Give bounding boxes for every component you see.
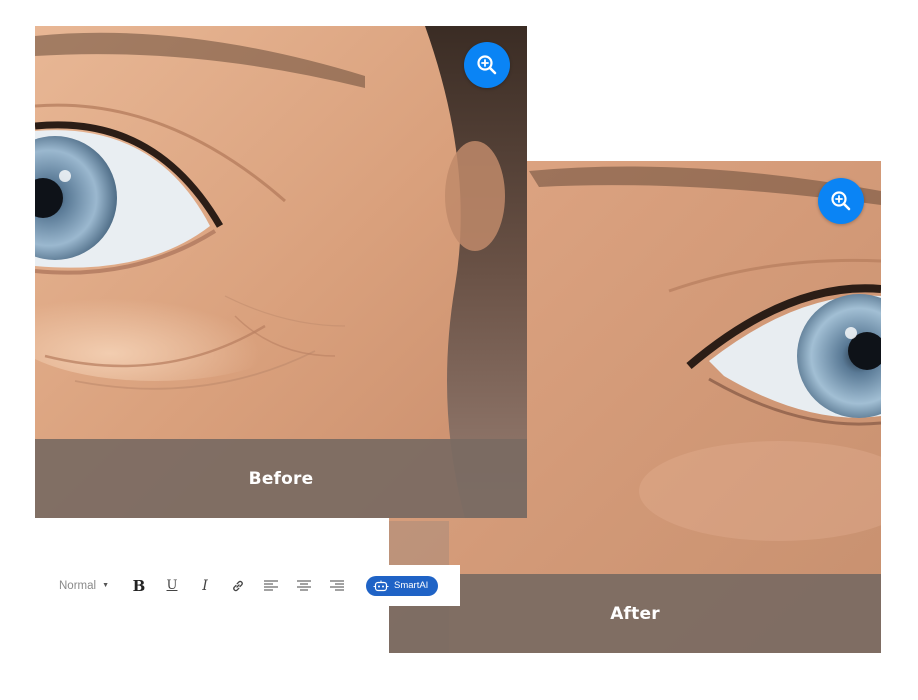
before-zoom-button[interactable] xyxy=(464,42,510,88)
smartai-label: SmartAI xyxy=(394,580,429,591)
underline-glyph: U xyxy=(166,578,178,593)
align-center-icon xyxy=(297,580,311,590)
align-left-button[interactable] xyxy=(259,574,283,598)
align-left-icon xyxy=(264,580,278,590)
robot-icon xyxy=(373,580,389,591)
smartai-button[interactable]: SmartAI xyxy=(366,575,439,596)
format-select[interactable]: Normal ▼ xyxy=(59,580,109,592)
before-caption: Before xyxy=(248,468,314,489)
link-icon xyxy=(233,580,243,591)
underline-button[interactable]: U xyxy=(160,574,184,598)
caret-down-icon: ▼ xyxy=(102,582,109,589)
after-zoom-button[interactable] xyxy=(818,178,864,224)
after-caption-bar: After xyxy=(389,574,881,653)
bold-button[interactable]: B xyxy=(127,574,151,598)
zoom-in-icon xyxy=(477,55,497,75)
before-image-card: Before xyxy=(35,26,527,518)
zoom-in-icon xyxy=(831,191,851,211)
italic-button[interactable]: I xyxy=(193,574,217,598)
align-right-icon xyxy=(330,580,344,590)
text-editor-toolbar: Normal ▼ B U I SmartAI xyxy=(35,565,460,606)
align-center-button[interactable] xyxy=(292,574,316,598)
italic-glyph: I xyxy=(202,577,208,594)
format-select-value: Normal xyxy=(59,579,97,592)
link-button[interactable] xyxy=(226,574,250,598)
before-caption-bar: Before xyxy=(35,439,527,518)
bold-glyph: B xyxy=(132,576,146,595)
align-right-button[interactable] xyxy=(325,574,349,598)
after-caption: After xyxy=(610,603,660,624)
